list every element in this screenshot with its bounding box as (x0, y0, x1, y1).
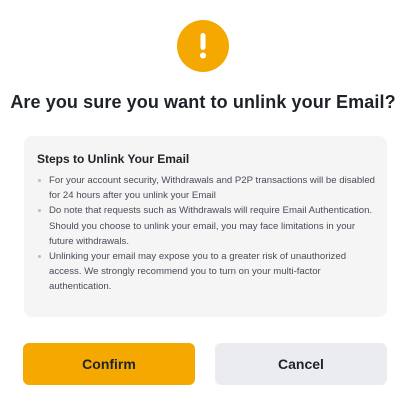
steps-list: For your account security, Withdrawals a… (37, 173, 375, 295)
unlink-email-dialog: Are you sure you want to unlink your Ema… (0, 0, 406, 403)
steps-heading: Steps to Unlink Your Email (37, 152, 190, 166)
dialog-title: Are you sure you want to unlink your Ema… (10, 92, 396, 112)
exclamation-icon (177, 20, 229, 72)
list-item: Do note that requests such as Withdrawal… (37, 203, 375, 249)
confirm-button[interactable]: Confirm (23, 343, 195, 385)
list-item: Unlinking your email may expose you to a… (37, 249, 375, 295)
steps-panel: Steps to Unlink Your Email For your acco… (24, 136, 387, 317)
cancel-button[interactable]: Cancel (215, 343, 387, 385)
list-item: For your account security, Withdrawals a… (37, 173, 375, 203)
